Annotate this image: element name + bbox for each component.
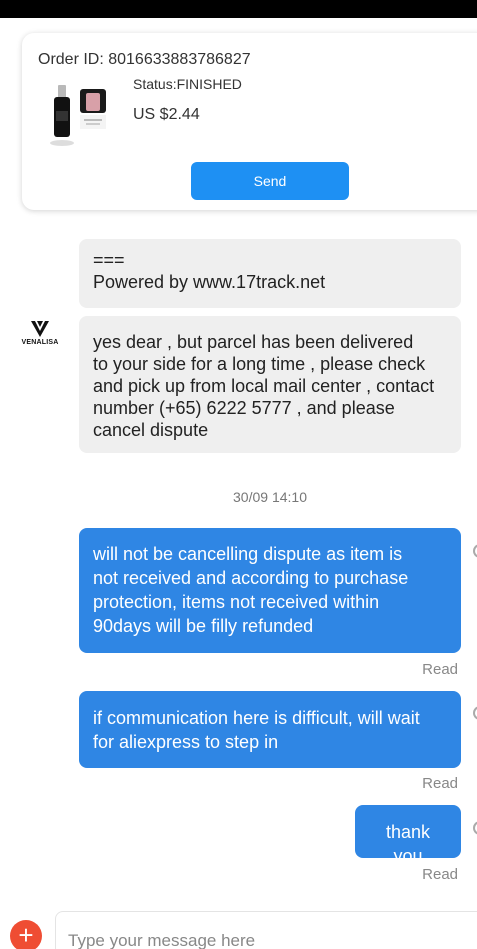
message-line: Powered by www.17track.net [93, 272, 326, 292]
user-avatar-edge [473, 821, 477, 835]
message-timestamp: 30/09 14:10 [233, 489, 307, 505]
message-line: if communication here is difficult, will… [93, 708, 420, 728]
read-receipt: Read [422, 775, 458, 792]
message-line: not received and according to purchase [93, 568, 409, 588]
message-line: protection, items not received within [93, 592, 380, 612]
message-line: to your side for a long time , please ch… [93, 354, 426, 374]
message-bubble-outgoing[interactable]: thank you [355, 805, 461, 866]
message-line: thank you [385, 822, 431, 866]
order-status: Status:FINISHED [133, 76, 242, 92]
user-avatar-edge [473, 544, 477, 558]
message-line: for aliexpress to step in [93, 732, 279, 752]
seller-avatar[interactable]: VENALISA [18, 318, 62, 350]
venalisa-logo-icon [31, 321, 49, 337]
order-id: Order ID: 8016633883786827 [38, 51, 251, 68]
message-line: number (+65) 6222 5777 , and please [93, 398, 395, 418]
add-attachment-icon[interactable]: + [10, 920, 42, 949]
message-line: 90days will be filly refunded [93, 616, 314, 636]
message-line: and pick up from local mail center , con… [93, 376, 435, 396]
message-bubble-incoming[interactable]: === Powered by www.17track.net [79, 239, 461, 308]
message-bubble-outgoing[interactable]: if communication here is difficult, will… [79, 691, 461, 768]
message-input[interactable] [55, 911, 477, 949]
order-card[interactable]: Order ID: 8016633883786827 Status:FINISH… [22, 33, 477, 210]
order-price: US $2.44 [133, 106, 200, 123]
read-receipt: Read [422, 866, 458, 883]
message-line: yes dear , but parcel has been delivered [93, 332, 414, 352]
read-receipt: Read [422, 661, 458, 678]
user-avatar-edge [473, 706, 477, 720]
message-line: === [93, 250, 125, 270]
send-button[interactable]: Send [191, 162, 349, 200]
message-bubble-outgoing[interactable]: will not be cancelling dispute as item i… [79, 528, 461, 653]
status-bar [0, 0, 477, 18]
message-line: will not be cancelling dispute as item i… [93, 544, 403, 564]
product-image[interactable] [44, 81, 116, 153]
message-bubble-incoming[interactable]: yes dear , but parcel has been delivered… [79, 316, 461, 453]
message-line: cancel dispute [93, 420, 209, 440]
seller-logo-text: VENALISA [21, 339, 59, 346]
